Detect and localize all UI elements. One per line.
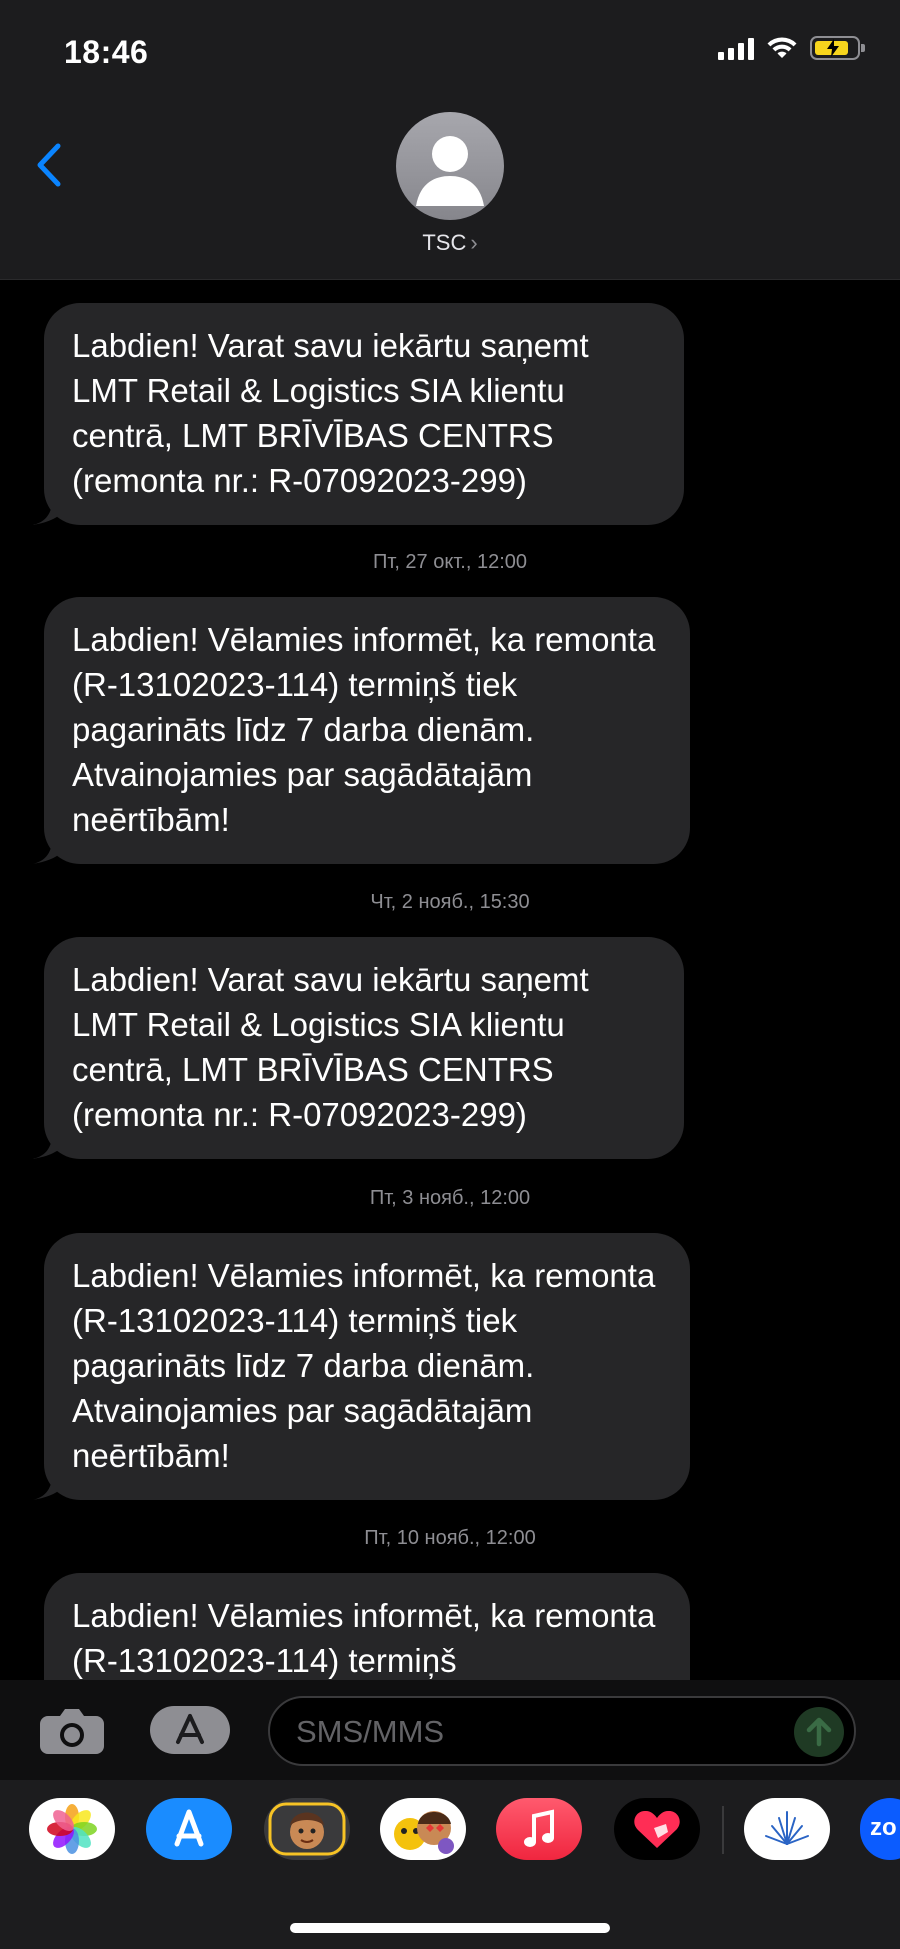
wifi-icon [767, 37, 797, 58]
message-timestamp: Пт, 27 окт., 12:00 [373, 551, 527, 573]
message-timestamp: Чт, 2 нояб., 15:30 [370, 891, 530, 913]
app-store-a-icon [176, 1714, 204, 1744]
message-bubble[interactable]: Labdien! Varat savu iekārtu saņemt LMT R… [32, 303, 684, 525]
memoji-icon[interactable] [264, 1798, 350, 1860]
message-timestamp: Пт, 10 нояб., 12:00 [364, 1527, 536, 1549]
animoji-icon[interactable] [380, 1798, 466, 1860]
conversation-header: 18:46 TSC › [0, 0, 900, 280]
bubble-tail [32, 1125, 72, 1159]
message-bubble[interactable]: Labdien! Vēlamies informēt, ka remonta (… [32, 1233, 690, 1500]
message-timestamp: Пт, 3 нояб., 12:00 [369, 1187, 531, 1209]
message-text: Labdien! Vēlamies informēt, ka remonta (… [72, 1597, 656, 1679]
home-indicator[interactable] [290, 1923, 610, 1933]
cellular-signal-icon [718, 36, 754, 60]
contact-avatar[interactable] [396, 112, 504, 220]
chevron-right-icon: › [470, 230, 478, 255]
camera-icon [40, 1709, 104, 1754]
battery-icon [810, 36, 865, 60]
message-thread[interactable]: Labdien! Varat savu iekārtu saņemt LMT R… [0, 281, 900, 1680]
message-input[interactable] [296, 1710, 756, 1754]
status-icons [718, 36, 865, 60]
message-text: Labdien! Vēlamies informēt, ka remonta (… [72, 1257, 656, 1474]
digital-touch-icon[interactable] [614, 1798, 700, 1860]
bubble-tail [32, 491, 72, 525]
message-bubble[interactable]: Labdien! Vēlamies informēt, ka remonta (… [44, 1573, 690, 1680]
zoom-label: zo [870, 1814, 897, 1841]
photos-icon[interactable] [29, 1798, 115, 1860]
bubble-tail [32, 830, 72, 864]
zoom-icon[interactable]: zo [860, 1798, 900, 1860]
message-text: Labdien! Varat savu iekārtu saņemt LMT R… [72, 327, 589, 499]
bubble-tail [32, 1466, 72, 1500]
send-button[interactable] [794, 1707, 844, 1757]
status-time: 18:46 [64, 34, 149, 70]
app-drawer: zo [0, 1780, 900, 1949]
app-store-button[interactable] [150, 1706, 236, 1754]
arrow-up-icon [806, 1717, 832, 1747]
message-input-container[interactable] [268, 1696, 856, 1766]
contact-name: TSC [422, 230, 467, 255]
message-bubble[interactable]: Labdien! Vēlamies informēt, ka remonta (… [32, 597, 690, 864]
contact-name-button[interactable]: TSC › [0, 230, 900, 256]
camera-button[interactable] [38, 1706, 106, 1761]
message-bubble[interactable]: Labdien! Varat savu iekārtu saņemt LMT R… [32, 937, 684, 1159]
compose-bar [0, 1680, 900, 1780]
chevron-left-icon [37, 143, 61, 187]
message-text: Labdien! Varat savu iekārtu saņemt LMT R… [72, 961, 589, 1133]
music-icon[interactable] [496, 1798, 582, 1860]
app-icon[interactable] [744, 1798, 830, 1860]
app-store-icon[interactable] [146, 1798, 232, 1860]
message-text: Labdien! Vēlamies informēt, ka remonta (… [72, 621, 656, 838]
person-icon [416, 136, 484, 206]
back-button[interactable] [30, 140, 70, 190]
drawer-separator [722, 1806, 724, 1854]
